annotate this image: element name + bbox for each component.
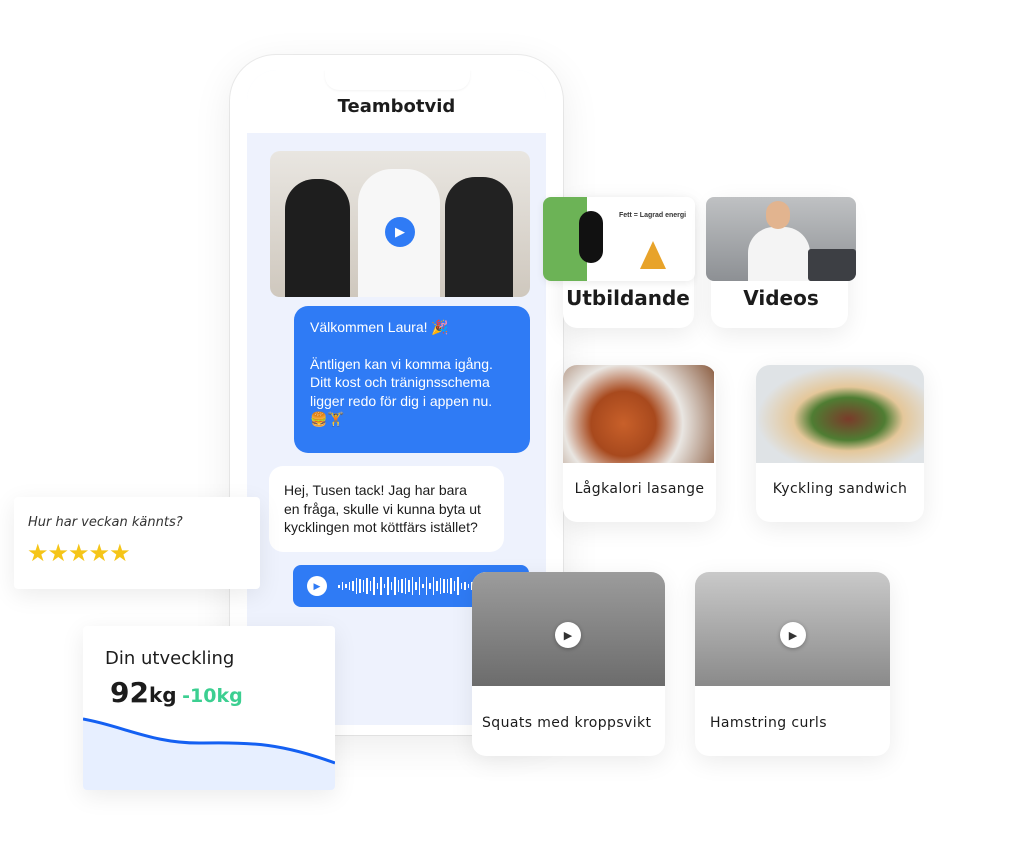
exercise-label: Squats med kroppsvikt bbox=[482, 715, 652, 731]
wave-bar bbox=[446, 579, 448, 593]
weight-value: 92 bbox=[110, 676, 149, 709]
videos-thumbnail bbox=[706, 197, 856, 281]
education-thumbnail: Fett = Lagrad energi bbox=[543, 197, 695, 281]
wave-bar bbox=[366, 577, 368, 595]
progress-card: Din utveckling 92kg -10kg bbox=[83, 626, 335, 790]
play-icon[interactable]: ▶ bbox=[385, 217, 415, 247]
play-icon[interactable]: ▶ bbox=[307, 576, 327, 596]
wave-bar bbox=[429, 582, 431, 590]
category-label: Utbildande bbox=[566, 286, 690, 310]
wave-bar bbox=[450, 577, 452, 595]
weight-readout: 92kg -10kg bbox=[110, 676, 243, 709]
wave-bar bbox=[439, 577, 441, 595]
wave-bar bbox=[376, 583, 378, 589]
wave-bar bbox=[453, 581, 455, 591]
wave-bar bbox=[380, 576, 382, 596]
user-message: Hej, Tusen tack! Jag har bara en fråga, … bbox=[269, 466, 504, 552]
person-head bbox=[766, 201, 790, 229]
wave-bar bbox=[457, 576, 459, 596]
wave-bar bbox=[443, 579, 445, 593]
wave-bar bbox=[362, 579, 364, 593]
recipe-image-lasagne bbox=[563, 365, 714, 463]
recipe-label: Kyckling sandwich bbox=[772, 481, 908, 497]
wave-bar bbox=[345, 583, 347, 589]
wave-bar bbox=[408, 580, 410, 592]
wave-bar bbox=[401, 578, 403, 594]
star-icon[interactable]: ★ bbox=[68, 540, 89, 567]
wave-bar bbox=[338, 584, 340, 588]
weight-unit: kg bbox=[148, 683, 177, 707]
star-icon[interactable]: ★ bbox=[89, 540, 110, 567]
exercise-card[interactable]: ▶ Hamstring curls bbox=[695, 572, 890, 756]
body-icon bbox=[579, 211, 603, 263]
wave-bar bbox=[425, 576, 427, 596]
exercise-image-hamstring: ▶ bbox=[695, 572, 890, 686]
wave-bar bbox=[394, 577, 396, 595]
star-icon[interactable]: ★ bbox=[27, 540, 48, 567]
wave-bar bbox=[387, 576, 389, 596]
person-silhouette bbox=[445, 177, 513, 297]
wave-bar bbox=[390, 581, 392, 591]
star-icon[interactable]: ★ bbox=[48, 540, 69, 567]
weight-change: -10kg bbox=[182, 685, 243, 707]
star-icon[interactable]: ★ bbox=[109, 540, 130, 567]
wave-bar bbox=[460, 582, 462, 589]
wave-bar bbox=[404, 578, 406, 594]
recipe-image-sandwich bbox=[756, 365, 924, 463]
person-silhouette bbox=[285, 179, 350, 297]
phone-notch bbox=[325, 70, 470, 90]
chat-title: Teambotvid bbox=[337, 96, 456, 117]
progress-curve bbox=[83, 717, 335, 790]
wave-bar bbox=[415, 582, 417, 590]
slide-title: Fett = Lagrad energi bbox=[619, 212, 687, 219]
wave-bar bbox=[436, 580, 438, 592]
wave-bar bbox=[397, 579, 399, 593]
wave-bar bbox=[348, 582, 350, 590]
play-icon[interactable]: ▶ bbox=[780, 622, 806, 648]
star-rating[interactable]: ★★★★★ bbox=[27, 539, 131, 568]
person-silhouette bbox=[748, 227, 810, 281]
wave-bar bbox=[418, 576, 420, 596]
play-icon[interactable]: ▶ bbox=[555, 622, 581, 648]
team-video[interactable]: ▶ bbox=[270, 151, 530, 297]
wave-bar bbox=[341, 582, 343, 590]
waveform bbox=[338, 574, 478, 598]
pyramid-icon bbox=[640, 241, 666, 269]
message-line: en fråga, skulle vi kunna byta ut bbox=[284, 500, 481, 517]
wave-bar bbox=[355, 578, 357, 594]
message-line: Hej, Tusen tack! Jag har bara bbox=[284, 482, 467, 498]
category-label: Videos bbox=[743, 286, 819, 310]
exercise-image-squats: ▶ bbox=[472, 572, 665, 686]
wave-bar bbox=[359, 578, 361, 594]
wave-bar bbox=[432, 576, 434, 596]
wave-bar bbox=[369, 581, 371, 591]
wave-bar bbox=[467, 584, 469, 588]
rating-question: Hur har veckan kännts? bbox=[28, 515, 183, 530]
progress-title: Din utveckling bbox=[105, 648, 235, 669]
wave-bar bbox=[383, 583, 385, 589]
message-line: kycklingen mot köttfärs istället? bbox=[284, 519, 478, 535]
wave-bar bbox=[411, 577, 413, 595]
message-line: 🍔🏋 bbox=[310, 411, 345, 427]
chat-header: Teambotvid bbox=[247, 70, 546, 133]
message-line: ligger redo för dig i appen nu. bbox=[310, 392, 493, 409]
wave-bar bbox=[352, 580, 354, 592]
exercise-card[interactable]: ▶ Squats med kroppsvikt bbox=[472, 572, 665, 756]
wave-bar bbox=[373, 576, 375, 596]
message-line: Välkommen Laura! 🎉 bbox=[310, 319, 449, 335]
wave-bar bbox=[422, 584, 424, 588]
laptop-icon bbox=[808, 249, 856, 281]
message-line bbox=[310, 337, 514, 355]
rating-card: Hur har veckan kännts? ★★★★★ bbox=[14, 497, 260, 589]
message-line: Äntligen kan vi komma igång. bbox=[310, 355, 493, 372]
exercise-label: Hamstring curls bbox=[710, 715, 827, 731]
recipe-card[interactable]: Lågkalori lasange bbox=[563, 365, 716, 522]
message-line: Ditt kost och tränignsschema bbox=[310, 374, 490, 390]
wave-bar bbox=[464, 582, 466, 590]
recipe-card[interactable]: Kyckling sandwich bbox=[756, 365, 924, 522]
coach-message: Välkommen Laura! 🎉 Äntligen kan vi komma… bbox=[294, 306, 530, 453]
recipe-label: Lågkalori lasange bbox=[574, 481, 705, 497]
